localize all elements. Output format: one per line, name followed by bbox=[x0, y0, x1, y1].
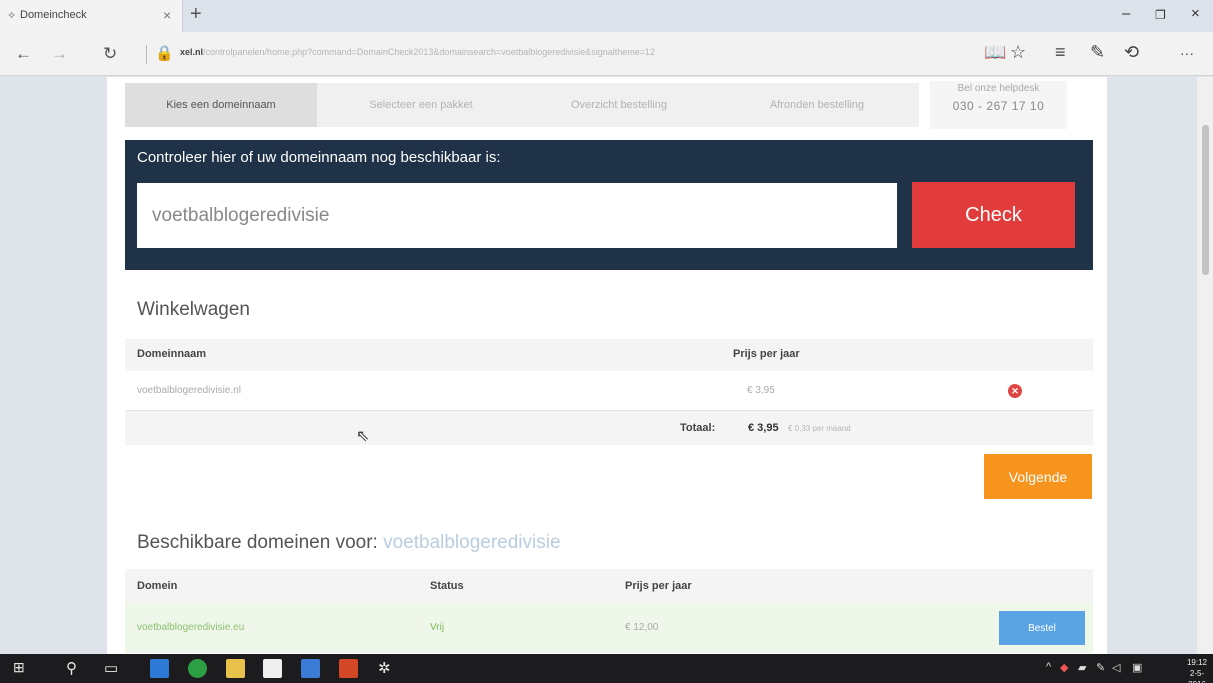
address-bar[interactable]: xel.nl/controlpanelen/home.php?command=D… bbox=[180, 47, 840, 57]
store-icon[interactable] bbox=[263, 659, 282, 678]
helpdesk-phone[interactable]: 030 - 267 17 10 bbox=[930, 99, 1067, 113]
remove-item-icon[interactable]: ✕ bbox=[1008, 384, 1022, 398]
app-icon[interactable]: ✲ bbox=[378, 659, 391, 677]
available-col-status: Status bbox=[430, 580, 464, 592]
cart-item-price: € 3,95 bbox=[747, 385, 775, 396]
next-button[interactable]: Volgende bbox=[984, 454, 1092, 499]
step-finish-order[interactable]: Afronden bestelling bbox=[721, 83, 913, 127]
browser-navbar: ← → ↻ 🔒 xel.nl/controlpanelen/home.php?c… bbox=[0, 32, 1213, 76]
taskbar-clock[interactable]: 19:12 2-5-2016 bbox=[1181, 657, 1213, 683]
available-status: Vrij bbox=[430, 622, 445, 633]
nav-separator bbox=[146, 45, 147, 64]
step-choose-domain[interactable]: Kies een domeinnaam bbox=[125, 83, 317, 127]
total-label: Totaal: bbox=[680, 422, 716, 434]
word-icon[interactable] bbox=[301, 659, 320, 678]
total-value: € 3,95 bbox=[748, 422, 779, 434]
tab-close-icon[interactable]: × bbox=[163, 7, 171, 23]
available-price: € 12,00 bbox=[625, 622, 659, 633]
available-col-price: Prijs per jaar bbox=[625, 580, 692, 592]
back-icon[interactable]: ← bbox=[15, 44, 32, 64]
close-window-button[interactable]: × bbox=[1191, 5, 1200, 22]
tab-title: Domeincheck bbox=[20, 9, 87, 21]
domain-search-input[interactable] bbox=[137, 183, 897, 248]
cart-header-row: Domeinnaam Prijs per jaar bbox=[125, 339, 1093, 371]
reading-view-icon[interactable]: 📖 bbox=[984, 42, 1006, 63]
tray-volume-icon[interactable]: ◁ bbox=[1112, 661, 1120, 674]
page-viewport: Kies een domeinnaam Selecteer een pakket… bbox=[0, 77, 1213, 654]
edge-browser-icon[interactable] bbox=[150, 659, 169, 678]
cart-col-domain: Domeinnaam bbox=[137, 348, 207, 360]
order-steps: Kies een domeinnaam Selecteer een pakket… bbox=[125, 83, 919, 127]
file-explorer-icon[interactable] bbox=[226, 659, 245, 678]
tray-pen-icon[interactable]: ✎ bbox=[1096, 661, 1105, 674]
helpdesk-box: Bel onze helpdesk 030 - 267 17 10 bbox=[930, 81, 1067, 129]
available-table: Domein Status Prijs per jaar voetbalblog… bbox=[125, 569, 1093, 653]
available-domain: voetbalblogeredivisie.eu bbox=[137, 622, 245, 633]
forward-icon[interactable]: → bbox=[51, 44, 68, 64]
share-icon[interactable]: ⟲ bbox=[1124, 42, 1139, 63]
step-select-package[interactable]: Selecteer een pakket bbox=[325, 83, 517, 127]
minimize-button[interactable]: – bbox=[1122, 5, 1130, 22]
more-icon[interactable]: ··· bbox=[1180, 45, 1194, 61]
new-tab-button[interactable]: + bbox=[190, 3, 202, 26]
available-search-term: voetbalblogeredivisie bbox=[383, 532, 561, 553]
available-header-row: Domein Status Prijs per jaar bbox=[125, 569, 1093, 603]
mouse-cursor-icon: ⇖ bbox=[356, 428, 370, 445]
windows-taskbar: ⊞ ⚲ ▭ ✲ ^ ◆ ▰ ✎ ◁ ▣ 19:12 2-5-2016 bbox=[0, 654, 1213, 683]
tray-shield-icon[interactable]: ◆ bbox=[1060, 661, 1068, 674]
url-domain: xel.nl bbox=[180, 47, 204, 57]
maximize-button[interactable]: ❐ bbox=[1155, 8, 1166, 22]
search-icon[interactable]: ⚲ bbox=[66, 659, 77, 677]
tray-chevron-icon[interactable]: ^ bbox=[1046, 661, 1051, 673]
windows-start-icon[interactable]: ⊞ bbox=[13, 659, 25, 676]
page-content: Kies een domeinnaam Selecteer een pakket… bbox=[107, 77, 1107, 654]
scrollbar-thumb[interactable] bbox=[1202, 125, 1209, 275]
clock-date: 2-5-2016 bbox=[1188, 669, 1206, 683]
table-row: voetbalblogeredivisie.eu Vrij € 12,00 Be… bbox=[125, 603, 1093, 653]
powerpoint-icon[interactable] bbox=[339, 659, 358, 678]
check-title: Controleer hier of uw domeinnaam nog bes… bbox=[137, 149, 501, 166]
browser-titlebar: ✧ Domeincheck × + – ❐ × bbox=[0, 0, 1213, 32]
cart-table: Domeinnaam Prijs per jaar voetbalblogere… bbox=[125, 339, 1093, 445]
cart-col-price: Prijs per jaar bbox=[733, 348, 800, 360]
cart-heading: Winkelwagen bbox=[137, 299, 250, 320]
page-scrollbar[interactable] bbox=[1197, 77, 1213, 654]
chrome-icon[interactable] bbox=[188, 659, 207, 678]
cart-item-domain: voetbalblogeredivisie.nl bbox=[137, 385, 241, 396]
favorite-star-icon[interactable]: ☆ bbox=[1010, 42, 1026, 63]
url-path: /controlpanelen/home.php?command=DomainC… bbox=[203, 47, 656, 57]
order-button[interactable]: Bestel bbox=[999, 611, 1085, 645]
refresh-icon[interactable]: ↻ bbox=[103, 44, 117, 64]
hub-icon[interactable]: ≡ bbox=[1055, 42, 1066, 63]
web-note-icon[interactable]: ✎ bbox=[1090, 42, 1105, 63]
browser-tab[interactable]: ✧ Domeincheck × bbox=[0, 0, 183, 32]
total-per-month: € 0,33 per maand bbox=[788, 424, 851, 433]
available-heading-text: Beschikbare domeinen voor: bbox=[137, 532, 378, 553]
helpdesk-label: Bel onze helpdesk bbox=[957, 83, 1040, 94]
task-view-icon[interactable]: ▭ bbox=[104, 659, 118, 677]
tray-notification-icon[interactable]: ▣ bbox=[1132, 661, 1142, 674]
clock-time: 19:12 bbox=[1186, 658, 1208, 667]
cart-total-row: Totaal: € 3,95 € 0,33 per maand bbox=[125, 411, 1093, 445]
tray-network-icon[interactable]: ▰ bbox=[1078, 661, 1086, 674]
step-order-overview[interactable]: Overzicht bestelling bbox=[523, 83, 715, 127]
check-button[interactable]: Check bbox=[912, 182, 1075, 248]
available-heading: Beschikbare domeinen voor: voetbalbloger… bbox=[137, 532, 561, 554]
lock-icon: 🔒 bbox=[155, 45, 174, 62]
available-col-domain: Domein bbox=[137, 580, 178, 592]
domain-check-panel: Controleer hier of uw domeinnaam nog bes… bbox=[125, 140, 1093, 270]
tab-favicon-icon: ✧ bbox=[7, 10, 17, 22]
cart-row: voetbalblogeredivisie.nl € 3,95 ✕ bbox=[125, 371, 1093, 411]
